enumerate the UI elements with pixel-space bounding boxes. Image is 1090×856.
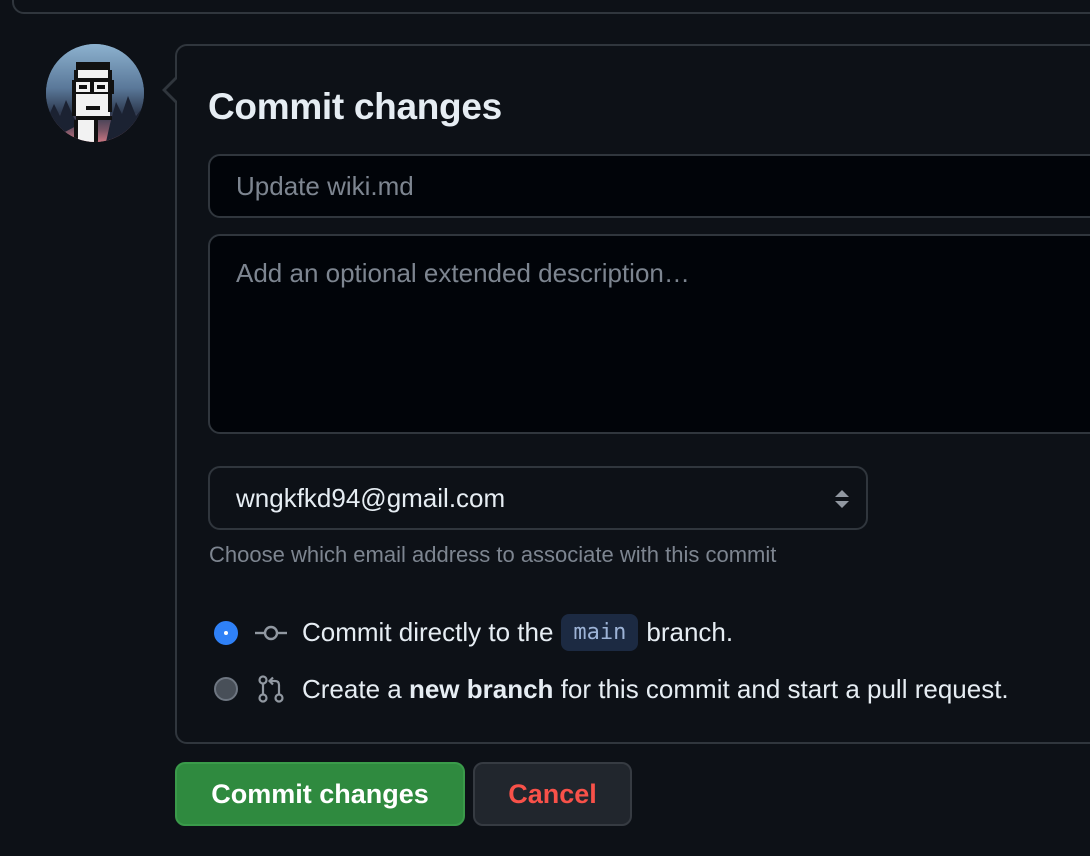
git-commit-icon — [254, 616, 288, 650]
option-direct-suffix: branch. — [646, 617, 734, 647]
git-pull-request-icon — [254, 672, 288, 706]
cancel-button[interactable]: Cancel — [473, 762, 632, 826]
radio-commit-direct[interactable] — [214, 620, 238, 645]
option-new-branch[interactable]: Create a new branch for this commit and … — [214, 672, 1009, 706]
previous-panel-edge — [12, 0, 1090, 14]
option-commit-direct[interactable]: Commit directly to the main branch. — [214, 614, 733, 651]
email-select[interactable]: wngkfkd94@gmail.com — [208, 466, 868, 530]
commit-changes-button[interactable]: Commit changes — [175, 762, 465, 826]
branch-name-chip: main — [561, 614, 639, 651]
radio-new-branch[interactable] — [214, 677, 238, 701]
option-new-suffix: for this commit and start a pull request… — [560, 673, 1009, 704]
commit-description-input[interactable] — [208, 234, 1090, 434]
user-avatar[interactable] — [46, 44, 144, 142]
email-hint: Choose which email address to associate … — [209, 542, 777, 567]
option-new-bold: new branch — [408, 673, 554, 704]
form-title: Commit changes — [208, 86, 502, 127]
commit-summary-input[interactable] — [208, 154, 1090, 218]
email-select-value: wngkfkd94@gmail.com — [236, 482, 506, 513]
option-direct-prefix: Commit directly to the — [302, 617, 554, 647]
commit-page: Commit changes wngkfkd94@gmail.com Choos… — [0, 0, 1090, 856]
option-new-prefix: Create a — [302, 673, 402, 704]
panel-caret-inner — [166, 78, 178, 102]
pixel-avatar-icon — [46, 44, 144, 142]
select-arrows-icon — [835, 490, 849, 508]
